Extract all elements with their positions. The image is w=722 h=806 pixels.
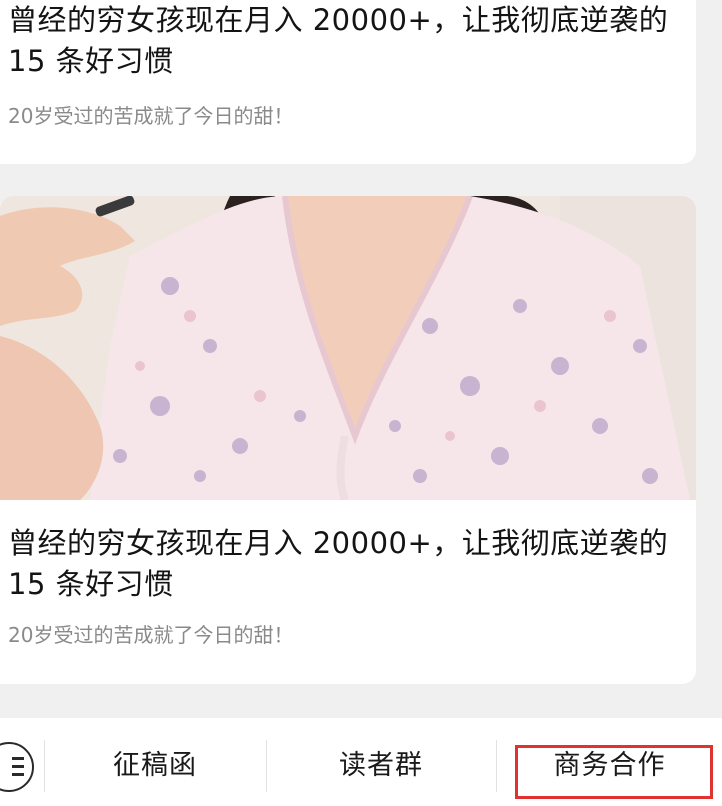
highlight-annotation-box bbox=[515, 745, 713, 799]
menu-item-label: 征稿函 bbox=[113, 749, 197, 781]
article-subtitle: 20岁受过的苦成就了今日的甜！ bbox=[8, 104, 294, 128]
article-card-1[interactable]: 曾经的穷女孩现在月入 20000+，让我彻底逆袭的 15 条好习惯 20岁受过的… bbox=[0, 0, 696, 164]
bottom-menu-bar: 征稿函 读者群 商务合作 bbox=[0, 718, 722, 806]
article-subtitle: 20岁受过的苦成就了今日的甜！ bbox=[8, 623, 294, 647]
menu-item-label: 读者群 bbox=[339, 749, 423, 781]
article-title: 曾经的穷女孩现在月入 20000+，让我彻底逆袭的 15 条好习惯 bbox=[8, 526, 669, 601]
article-card-2[interactable]: 曾经的穷女孩现在月入 20000+，让我彻底逆袭的 15 条好习惯 20岁受过的… bbox=[0, 196, 696, 684]
menu-icon[interactable] bbox=[0, 742, 34, 792]
article-title: 曾经的穷女孩现在月入 20000+，让我彻底逆袭的 15 条好习惯 bbox=[8, 3, 669, 78]
menu-item-reader-group[interactable]: 读者群 bbox=[267, 718, 495, 806]
menu-item-call-for-papers[interactable]: 征稿函 bbox=[44, 718, 266, 806]
article-cover-image bbox=[0, 196, 696, 500]
